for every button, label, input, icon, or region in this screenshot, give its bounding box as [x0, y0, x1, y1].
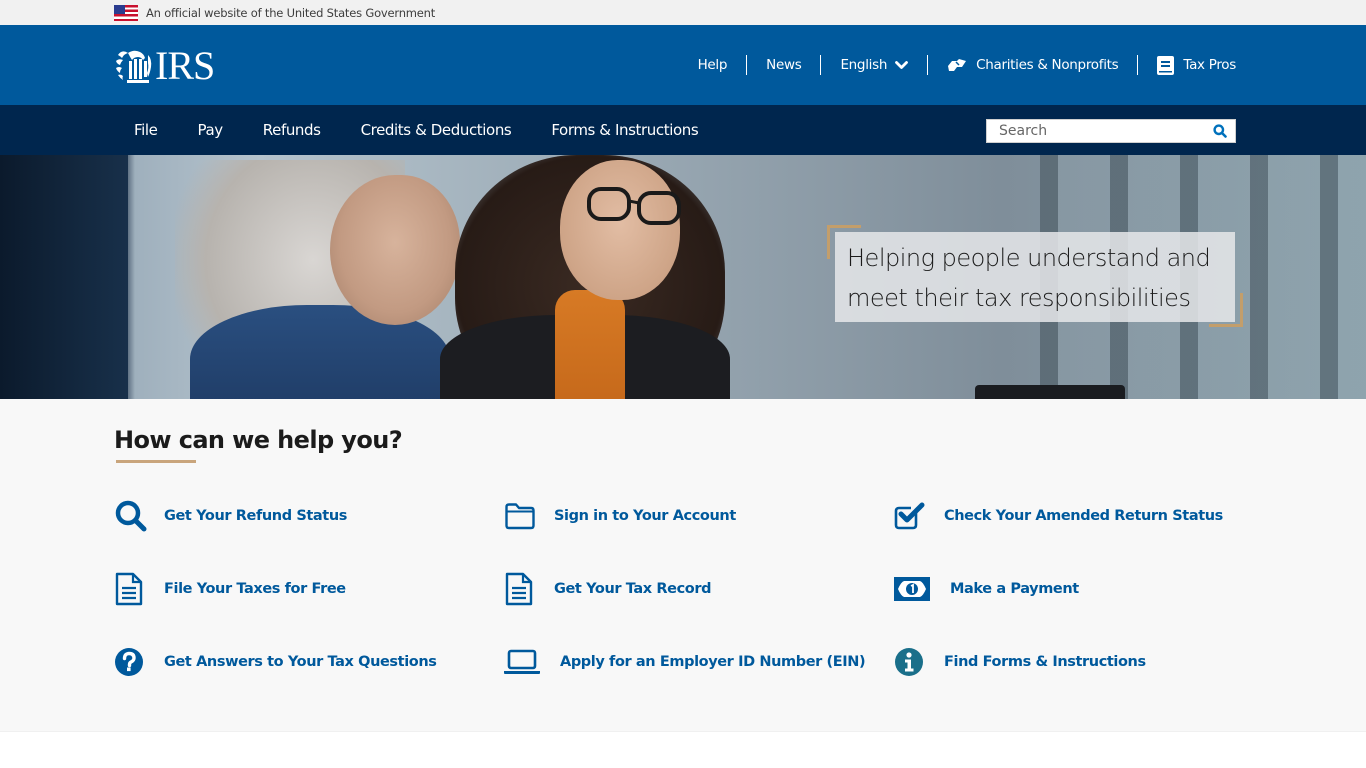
- main-nav: File Pay Refunds Credits & Deductions Fo…: [0, 105, 1366, 155]
- task-label: Find Forms & Instructions: [944, 653, 1146, 670]
- util-nav-tax-pros[interactable]: Tax Pros: [1138, 55, 1236, 75]
- language-dropdown[interactable]: English: [821, 55, 929, 75]
- site-header: IRS Help News English Charities & Nonpro…: [0, 25, 1366, 105]
- gov-banner: An official website of the United States…: [0, 0, 1366, 25]
- help-section: How can we help you? Get Your Refund Sta…: [0, 399, 1366, 732]
- hero-photo: [587, 187, 681, 225]
- util-nav-label: Tax Pros: [1183, 57, 1236, 73]
- nav-file[interactable]: File: [114, 121, 178, 139]
- money-bill-icon: [894, 572, 938, 606]
- document-icon: [114, 572, 152, 606]
- document-icon: [504, 572, 542, 606]
- nav-pay[interactable]: Pay: [178, 121, 243, 139]
- task-label: Get Your Refund Status: [164, 507, 347, 524]
- task-label: Get Answers to Your Tax Questions: [164, 653, 437, 670]
- task-grid: Get Your Refund Status Sign in to Your A…: [114, 497, 1254, 680]
- search-input[interactable]: [987, 120, 1207, 142]
- nav-refunds[interactable]: Refunds: [243, 121, 341, 139]
- logo-text: IRS: [155, 43, 215, 88]
- book-icon: [1157, 55, 1175, 75]
- hero-banner: Helping people understand and meet their…: [0, 155, 1366, 399]
- utility-nav: Help News English Charities & Nonprofits…: [679, 25, 1236, 105]
- util-nav-label: Help: [697, 57, 728, 73]
- search-button[interactable]: [1213, 124, 1227, 138]
- task-find-forms[interactable]: Find Forms & Instructions: [894, 643, 1254, 680]
- task-label: File Your Taxes for Free: [164, 580, 346, 597]
- gov-banner-text: An official website of the United States…: [146, 5, 436, 20]
- task-label: Check Your Amended Return Status: [944, 507, 1223, 524]
- folder-icon: [504, 499, 542, 533]
- irs-eagle-icon: [116, 50, 152, 83]
- task-sign-in[interactable]: Sign in to Your Account: [504, 497, 894, 534]
- task-apply-ein[interactable]: Apply for an Employer ID Number (EIN): [504, 643, 894, 680]
- task-label: Apply for an Employer ID Number (EIN): [560, 653, 866, 670]
- hero-tagline: Helping people understand and meet their…: [827, 225, 1243, 327]
- info-circle-icon: [894, 645, 932, 679]
- util-nav-label: Charities & Nonprofits: [976, 57, 1119, 73]
- hero-photo: [330, 175, 460, 325]
- us-flag-icon: [114, 4, 138, 21]
- task-tax-questions[interactable]: Get Answers to Your Tax Questions: [114, 643, 504, 680]
- task-make-payment[interactable]: Make a Payment: [894, 570, 1254, 607]
- title-underline: [116, 460, 196, 463]
- search-icon: [1213, 124, 1227, 138]
- handshake-icon: [947, 57, 967, 73]
- bracket-decoration: [827, 225, 861, 259]
- search-icon: [114, 499, 152, 533]
- util-nav-label: English: [840, 57, 888, 73]
- task-refund-status[interactable]: Get Your Refund Status: [114, 497, 504, 534]
- task-label: Make a Payment: [950, 580, 1079, 597]
- task-label: Get Your Tax Record: [554, 580, 712, 597]
- task-label: Sign in to Your Account: [554, 507, 736, 524]
- chevron-down-icon: [895, 60, 908, 70]
- nav-forms-instructions[interactable]: Forms & Instructions: [531, 121, 718, 139]
- question-circle-icon: [114, 645, 152, 679]
- bracket-decoration: [1209, 293, 1243, 327]
- util-nav-news[interactable]: News: [747, 55, 822, 75]
- help-title: How can we help you?: [114, 426, 403, 454]
- hero-photo: [975, 385, 1125, 399]
- task-amended-return[interactable]: Check Your Amended Return Status: [894, 497, 1254, 534]
- checkbox-icon: [894, 499, 932, 533]
- task-file-free[interactable]: File Your Taxes for Free: [114, 570, 504, 607]
- hero-photo: [555, 290, 625, 399]
- tagline-line-2: meet their tax responsibilities: [847, 284, 1191, 312]
- util-nav-charities[interactable]: Charities & Nonprofits: [928, 55, 1139, 75]
- nav-credits-deductions[interactable]: Credits & Deductions: [341, 121, 532, 139]
- util-nav-label: News: [766, 57, 802, 73]
- search-box: [986, 119, 1236, 143]
- hero-photo: [560, 160, 680, 300]
- tagline-line-1: Helping people understand and: [847, 244, 1211, 272]
- task-tax-record[interactable]: Get Your Tax Record: [504, 570, 894, 607]
- util-nav-help[interactable]: Help: [679, 55, 748, 75]
- hero-background: [0, 155, 128, 399]
- irs-logo-link[interactable]: IRS: [114, 43, 215, 88]
- laptop-icon: [504, 645, 548, 679]
